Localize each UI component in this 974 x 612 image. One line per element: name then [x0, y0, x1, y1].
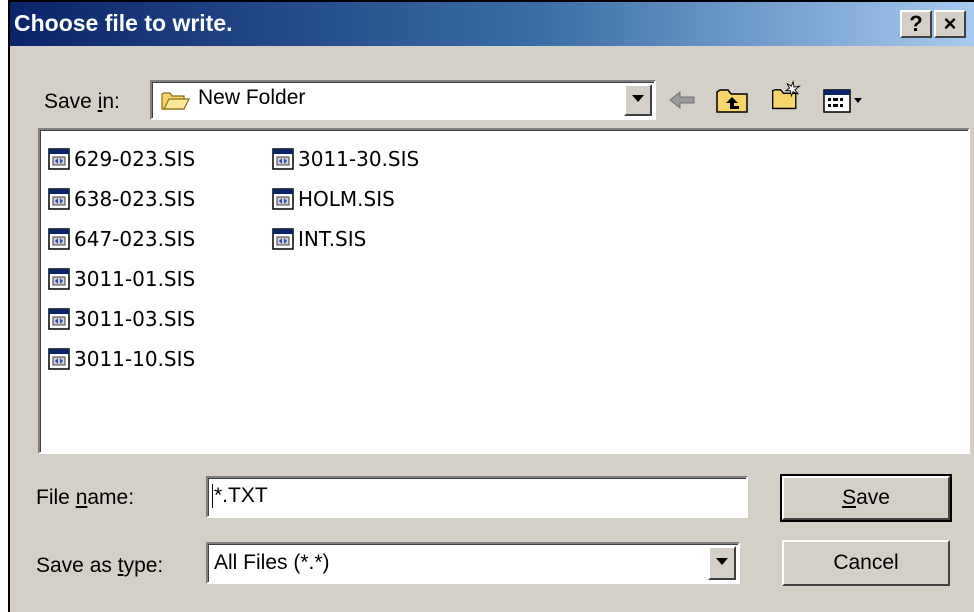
- help-button[interactable]: ?: [900, 10, 932, 38]
- save-in-dropdown[interactable]: New Folder: [150, 80, 656, 120]
- file-name-text: INT.SIS: [298, 227, 367, 251]
- file-name-text: HOLM.SIS: [298, 187, 395, 211]
- up-one-level-icon[interactable]: [714, 84, 750, 116]
- file-name-text: 3011-30.SIS: [298, 147, 420, 171]
- file-name-text: 3011-01.SIS: [74, 267, 196, 291]
- title-bar[interactable]: Choose file to write. ? ×: [10, 2, 974, 46]
- file-name-text: 629-023.SIS: [74, 147, 196, 171]
- sis-file-icon: [48, 308, 70, 330]
- sis-file-icon: [48, 348, 70, 370]
- file-list[interactable]: 629-023.SIS 638-023.SIS 647-023.SIS 3011-01…: [38, 128, 970, 454]
- sis-file-icon: [48, 268, 70, 290]
- sis-file-icon: [272, 148, 294, 170]
- file-name-label: File name:: [36, 486, 134, 510]
- save-in-label: Save in:: [44, 90, 120, 114]
- save-as-type-dropdown-button[interactable]: [708, 546, 736, 580]
- save-as-type-dropdown[interactable]: All Files (*.*): [206, 542, 740, 584]
- file-name-text: 3011-03.SIS: [74, 307, 196, 331]
- sis-file-icon: [48, 148, 70, 170]
- file-name-label-text-end: ame:: [87, 486, 135, 509]
- save-in-label-text-end: n:: [102, 90, 120, 113]
- save-in-label-text: Save: [44, 90, 98, 113]
- create-new-folder-icon[interactable]: [768, 80, 804, 112]
- save-button-label: ave: [856, 486, 890, 509]
- dialog-title: Choose file to write.: [14, 10, 233, 36]
- open-folder-icon: [161, 92, 190, 110]
- chevron-down-icon: [632, 95, 644, 102]
- sis-file-icon: [272, 188, 294, 210]
- save-button[interactable]: Save: [780, 474, 952, 522]
- save-file-dialog: Choose file to write. ? × Save in: New F…: [8, 0, 974, 612]
- file-name-text: 647-023.SIS: [74, 227, 196, 251]
- cancel-button[interactable]: Cancel: [782, 540, 950, 586]
- save-in-dropdown-button[interactable]: [624, 84, 652, 116]
- save-as-type-label-text-end: ype:: [123, 554, 164, 577]
- save-as-type-label: Save as type:: [36, 554, 163, 578]
- sis-file-icon: [272, 228, 294, 250]
- chevron-down-icon: [716, 558, 728, 565]
- text-caret: [212, 484, 213, 508]
- view-menu-icon[interactable]: [820, 84, 868, 116]
- file-name-label-hotkey: n: [75, 486, 88, 509]
- save-as-type-value: All Files (*.*): [214, 551, 330, 574]
- file-name-text: 638-023.SIS: [74, 187, 196, 211]
- save-in-value: New Folder: [198, 86, 306, 109]
- save-as-type-label-text: Save as: [36, 554, 118, 577]
- file-name-input[interactable]: *.TXT: [206, 476, 748, 518]
- file-name-label-text: File: [36, 486, 76, 509]
- back-arrow-icon[interactable]: [664, 84, 700, 116]
- sis-file-icon: [48, 188, 70, 210]
- save-button-hotkey: S: [842, 486, 857, 509]
- sis-file-icon: [48, 228, 70, 250]
- close-button[interactable]: ×: [934, 10, 966, 38]
- file-name-text: 3011-10.SIS: [74, 347, 196, 371]
- file-name-value: *.TXT: [214, 484, 268, 507]
